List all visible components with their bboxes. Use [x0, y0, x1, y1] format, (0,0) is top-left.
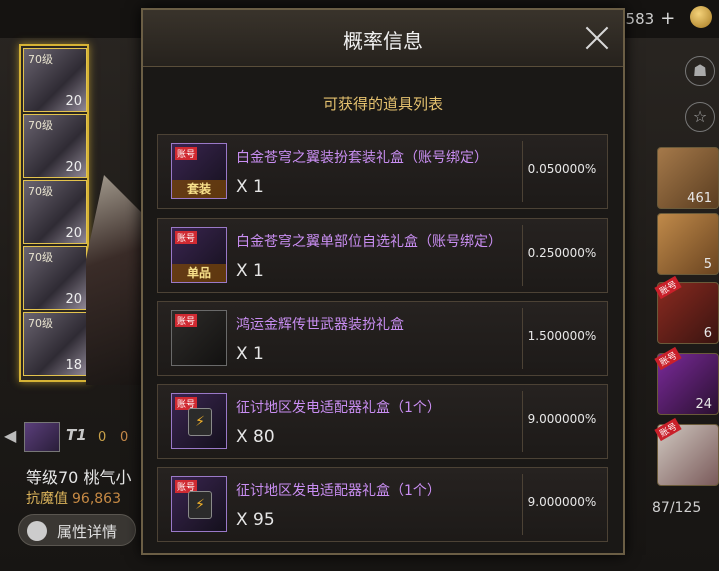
inventory-count: 6 — [703, 326, 712, 341]
item-quantity: X 1 — [236, 344, 264, 364]
hero-level: 70级 — [28, 53, 53, 66]
hero-count: 20 — [65, 226, 82, 241]
inventory-page-count: 87/125 — [652, 500, 702, 516]
prev-character-arrow[interactable]: ◀ — [4, 426, 16, 445]
power-adapter-icon[interactable]: 账号 ⚡ — [171, 476, 227, 532]
character-info-panel: ◀ T1 0 0 等级70 桃气小 抗魔值 96,863 属性详情 — [0, 420, 140, 570]
hero-slot[interactable]: 70级 20 — [23, 246, 87, 310]
inventory-slot[interactable]: 5 — [657, 213, 719, 275]
dialog-title: 概率信息 — [343, 29, 423, 53]
item-quantity: X 95 — [236, 510, 275, 530]
list-item: 账号 ⚡ 征讨地区发电适配器礼盒（1个） X 80 9.000000% — [157, 384, 608, 459]
stat-value-a: 0 — [98, 430, 107, 445]
inventory-slot[interactable]: 账号 — [654, 417, 719, 486]
attribute-details-button[interactable]: 属性详情 — [18, 514, 136, 546]
divider — [522, 225, 523, 286]
avatar[interactable] — [24, 422, 60, 452]
account-bound-badge: 账号 — [175, 147, 198, 160]
list-item: 账号 鸿运金辉传世武器装扮礼盒 X 1 1.500000% — [157, 301, 608, 376]
inventory-slot[interactable]: 461 — [657, 147, 719, 209]
item-quantity: X 80 — [236, 427, 275, 447]
hero-slot[interactable]: 70级 20 — [23, 48, 87, 112]
item-quantity: X 1 — [236, 261, 264, 281]
inventory-slot[interactable]: 账号 6 — [654, 275, 719, 344]
power-adapter-icon[interactable]: 账号 ⚡ — [171, 393, 227, 449]
hero-count: 20 — [65, 94, 82, 109]
account-bound-tag: 账号 — [654, 417, 682, 442]
item-probability: 0.250000% — [527, 246, 597, 260]
item-probability: 0.050000% — [527, 162, 597, 176]
gift-box-icon[interactable]: 账号 单品 — [171, 227, 227, 283]
divider — [522, 391, 523, 452]
account-bound-badge: 账号 — [175, 314, 198, 327]
item-name: 白金苍穹之翼装扮套装礼盒（账号绑定） — [236, 150, 488, 166]
account-bound-tag: 账号 — [654, 275, 682, 300]
divider — [522, 474, 523, 535]
gift-box-icon[interactable]: 账号 套装 — [171, 143, 227, 199]
inventory-count: 461 — [687, 191, 712, 206]
item-name: 白金苍穹之翼单部位自选礼盒（账号绑定） — [236, 234, 502, 250]
helmet-icon[interactable]: ☗ — [685, 56, 715, 86]
hero-level: 70级 — [28, 317, 53, 330]
hero-level: 70级 — [28, 251, 53, 264]
hero-roster: 70级 20 70级 20 70级 20 70级 20 70级 18 — [19, 44, 89, 382]
hero-count: 20 — [65, 292, 82, 307]
coin-icon — [690, 6, 712, 28]
probability-info-dialog: 概率信息 可获得的道具列表 账号 套装 白金苍穹之翼装扮套装礼盒（账号绑定） X… — [141, 8, 625, 555]
divider — [522, 141, 523, 202]
item-probability: 1.500000% — [527, 329, 597, 343]
hero-level: 70级 — [28, 119, 53, 132]
hero-slot[interactable]: 70级 20 — [23, 180, 87, 244]
attribute-details-label: 属性详情 — [57, 523, 118, 541]
attribute-icon — [27, 521, 47, 541]
item-type-tag: 单品 — [172, 264, 226, 282]
lightning-icon: ⚡ — [188, 408, 212, 436]
hero-count: 18 — [65, 358, 82, 373]
inventory-slot[interactable]: 账号 24 — [654, 346, 719, 415]
inventory-count: 24 — [695, 397, 712, 412]
add-currency-button[interactable]: + — [660, 8, 675, 29]
character-level-name: 等级70 桃气小 — [26, 468, 132, 487]
item-probability: 9.000000% — [527, 495, 597, 509]
account-bound-tag: 账号 — [654, 346, 682, 371]
account-bound-badge: 账号 — [175, 231, 198, 244]
dialog-header: 概率信息 — [143, 10, 623, 67]
star-icon[interactable]: ☆ — [685, 102, 715, 132]
item-list-heading: 可获得的道具列表 — [322, 95, 443, 113]
item-name: 征讨地区发电适配器礼盒（1个） — [236, 483, 441, 499]
list-item: 账号 ⚡ 征讨地区发电适配器礼盒（1个） X 95 9.000000% — [157, 467, 608, 542]
hero-slot[interactable]: 70级 20 — [23, 114, 87, 178]
resist-label: 抗魔值 — [26, 491, 68, 507]
list-item: 账号 单品 白金苍穹之翼单部位自选礼盒（账号绑定） X 1 0.250000% — [157, 218, 608, 293]
stat-value-b: 0 — [120, 430, 129, 445]
right-sidebar: ☗ ☆ 461 5 账号 6 账号 24 账号 — [654, 50, 719, 571]
weapon-box-icon[interactable]: 账号 — [171, 310, 227, 366]
inventory-count: 5 — [703, 257, 712, 272]
hero-slot[interactable]: 70级 18 — [23, 312, 87, 376]
list-item: 账号 套装 白金苍穹之翼装扮套装礼盒（账号绑定） X 1 0.050000% — [157, 134, 608, 209]
item-quantity: X 1 — [236, 177, 264, 197]
resist-value: 96,863 — [72, 491, 121, 507]
item-probability: 9.000000% — [527, 412, 597, 426]
item-type-tag: 套装 — [172, 180, 226, 198]
hero-count: 20 — [65, 160, 82, 175]
close-icon[interactable] — [583, 24, 611, 52]
divider — [522, 308, 523, 369]
tier-badge: T1 — [66, 426, 87, 444]
lightning-icon: ⚡ — [188, 491, 212, 519]
item-name: 征讨地区发电适配器礼盒（1个） — [236, 400, 441, 416]
hero-level: 70级 — [28, 185, 53, 198]
item-name: 鸿运金辉传世武器装扮礼盒 — [236, 317, 404, 333]
resist-stat: 抗魔值 96,863 — [26, 488, 121, 508]
